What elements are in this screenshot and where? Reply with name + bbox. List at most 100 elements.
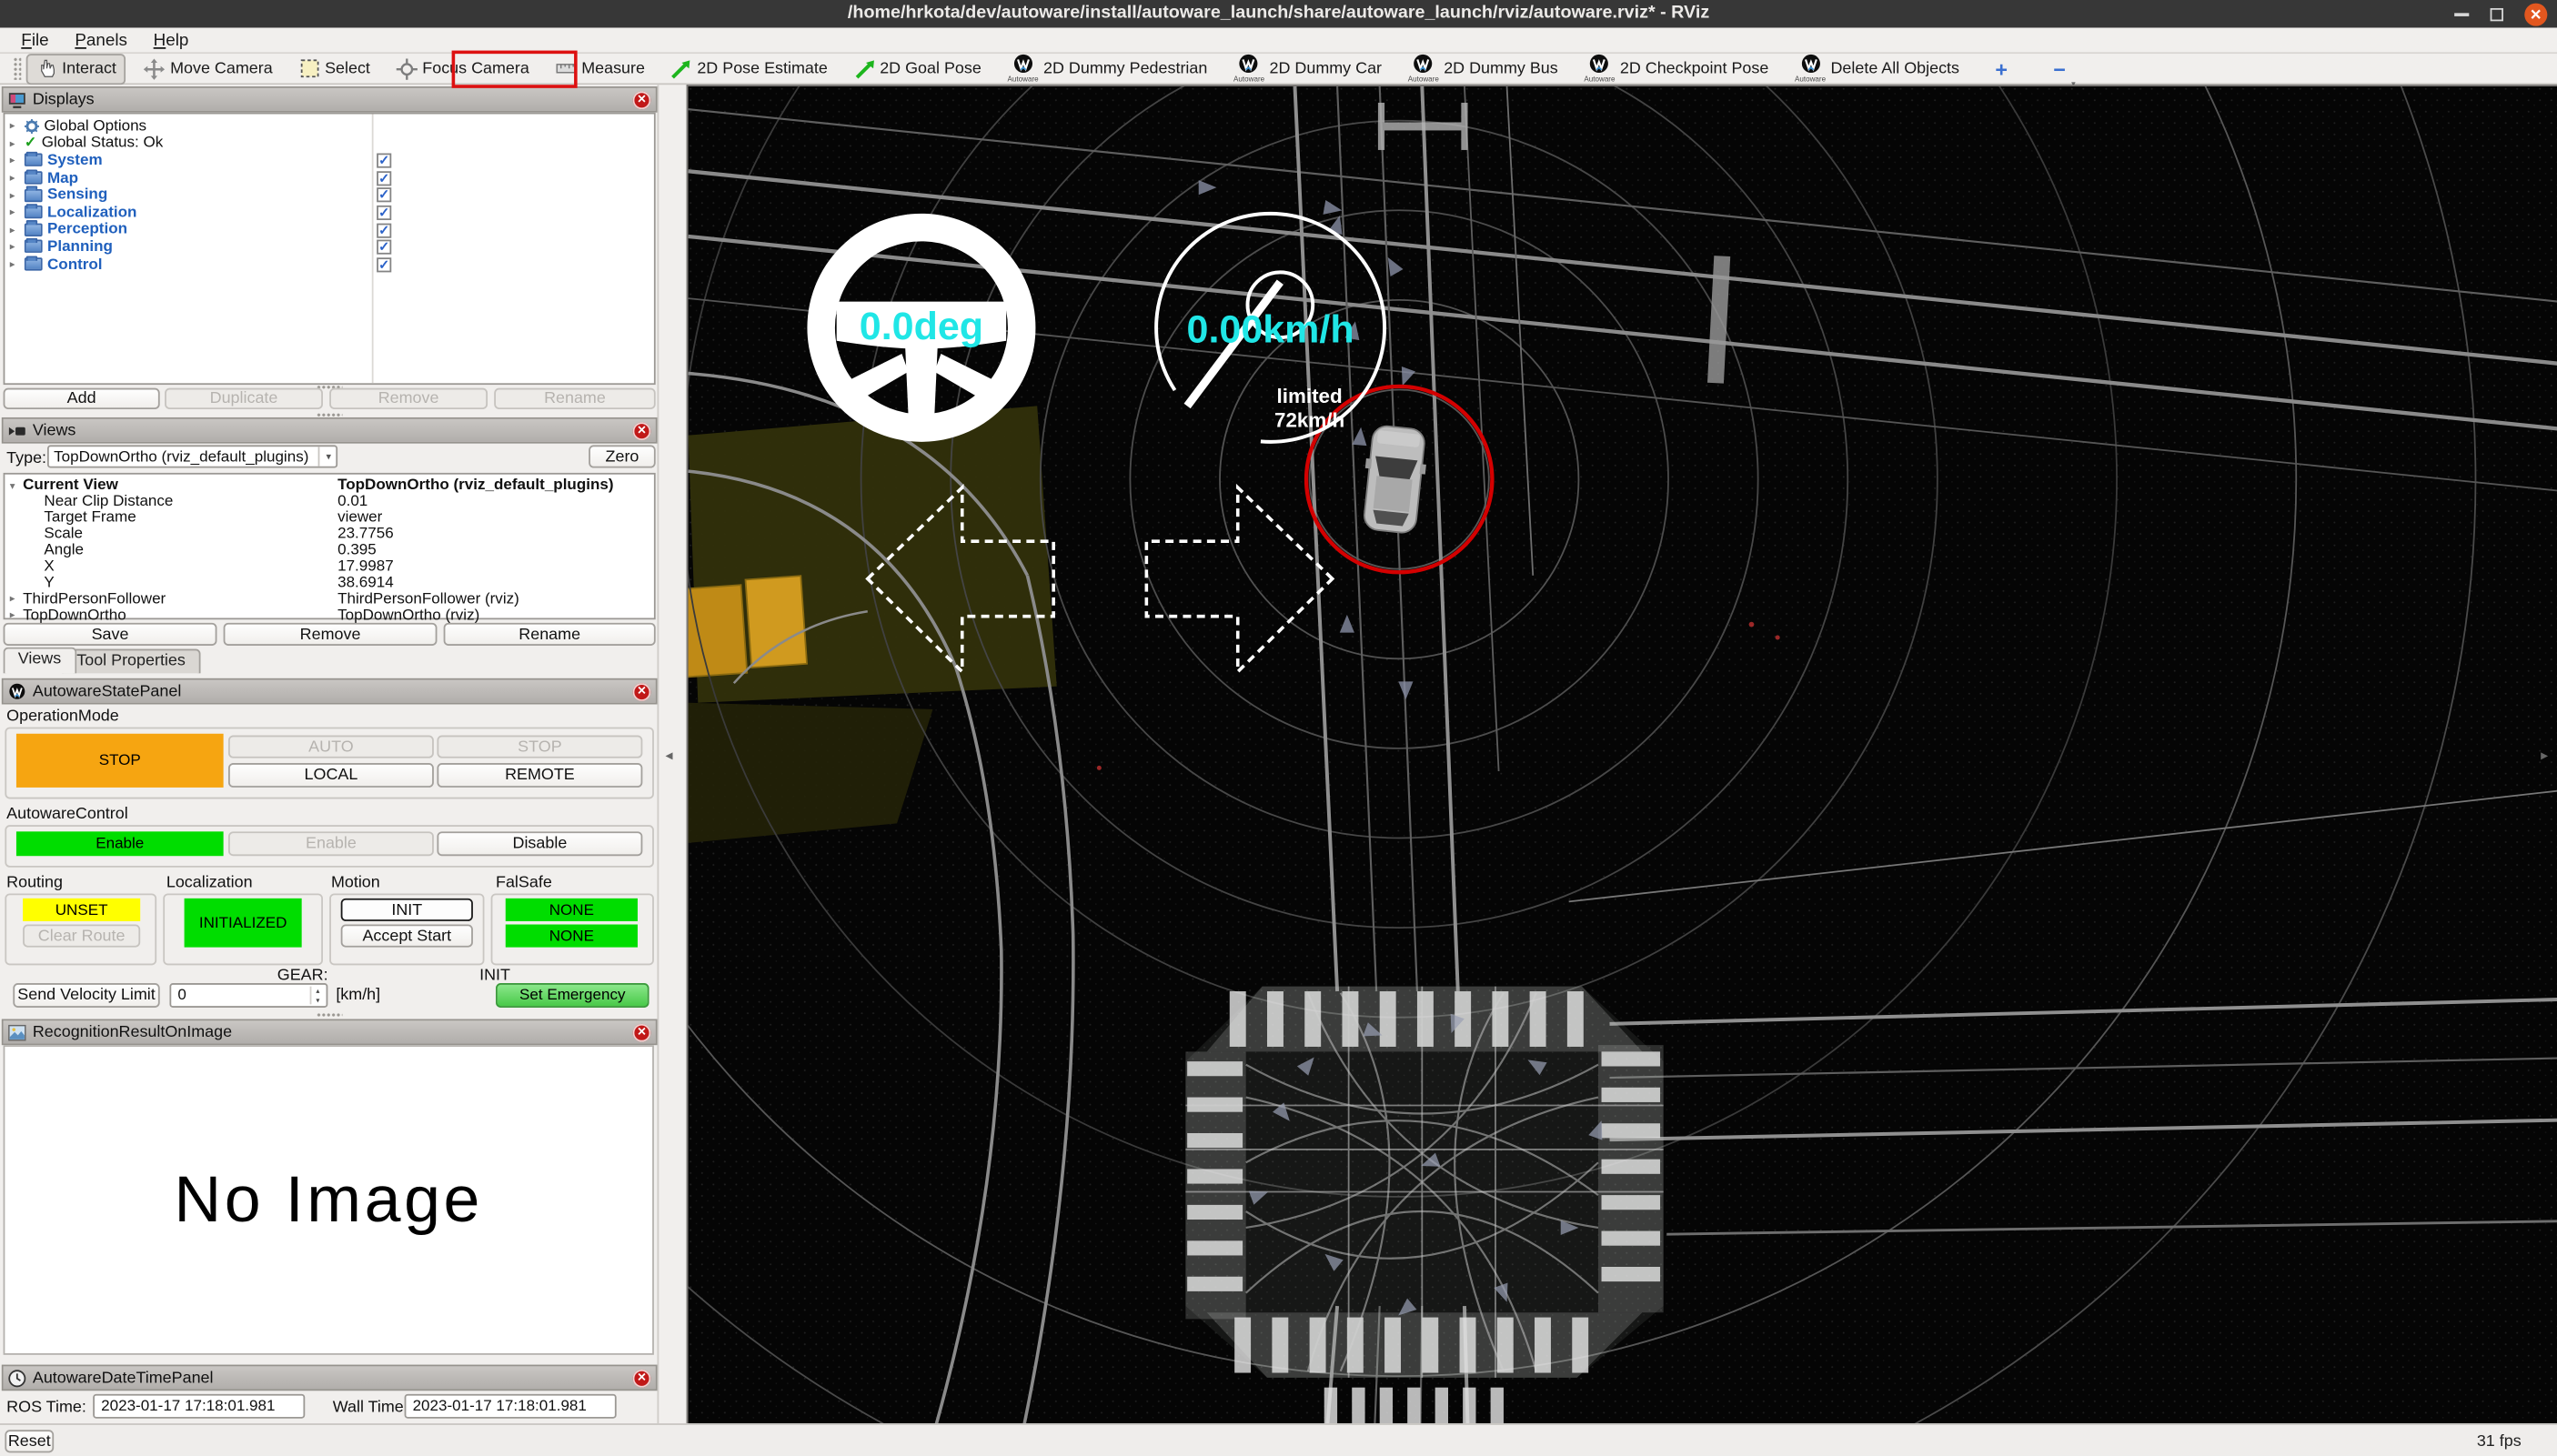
tab-views[interactable]: Views — [3, 647, 76, 674]
view-row-target-frame[interactable]: Target Frame viewer — [5, 509, 654, 527]
operation-mode-remote-button[interactable]: REMOTE — [437, 763, 643, 788]
tool-measure[interactable]: Measure — [548, 55, 653, 82]
close-button[interactable]: ✕ — [2518, 0, 2553, 27]
expand-icon[interactable]: ▸ — [10, 257, 20, 271]
expand-icon[interactable]: ▸ — [10, 223, 20, 236]
datetime-close-button[interactable]: ✕ — [632, 1369, 651, 1387]
expand-icon[interactable]: ▸ — [10, 206, 20, 219]
collapse-left-icon[interactable]: ◂ — [665, 747, 672, 765]
display-checkbox[interactable]: ✓ — [377, 256, 392, 272]
display-row-planning[interactable]: ▸ Planning ✓ — [5, 237, 654, 256]
menu-panels[interactable]: Panels — [64, 28, 139, 51]
recognition-panel-header[interactable]: RecognitionResultOnImage ✕ — [1, 1019, 658, 1046]
expand-icon[interactable]: ▸ — [10, 592, 20, 606]
minimize-button[interactable] — [2443, 0, 2479, 27]
expand-icon[interactable]: ▸ — [10, 240, 20, 254]
ros-time-field[interactable]: 2023-01-17 17:18:01.981 — [93, 1393, 306, 1419]
view-row-angle[interactable]: Angle 0.395 — [5, 541, 654, 559]
expand-icon[interactable]: ▸ — [10, 188, 20, 202]
toolbar-grip[interactable] — [13, 56, 22, 80]
datetime-panel-header[interactable]: AutowareDateTimePanel ✕ — [1, 1364, 658, 1391]
reset-button[interactable]: Reset — [5, 1430, 55, 1453]
tool-select[interactable]: Select — [290, 55, 378, 82]
display-row-control[interactable]: ▸ Control ✓ — [5, 256, 654, 273]
display-checkbox[interactable]: ✓ — [377, 222, 392, 237]
views-close-button[interactable]: ✕ — [632, 421, 651, 440]
display-row-system[interactable]: ▸ System ✓ — [5, 152, 654, 169]
spin-up-icon[interactable]: ▴ — [316, 987, 319, 996]
operation-mode-local-button[interactable]: LOCAL — [227, 763, 434, 788]
tool-2d-pose-estimate[interactable]: 2D Pose Estimate — [663, 55, 836, 82]
recognition-close-button[interactable]: ✕ — [632, 1022, 651, 1041]
state-panel-close-button[interactable]: ✕ — [632, 682, 651, 701]
tool-2d-dummy-pedestrian[interactable]: Autoware 2D Dummy Pedestrian — [1000, 51, 1216, 86]
operation-mode-label: OperationMode — [6, 708, 119, 726]
expand-icon[interactable]: ▸ — [10, 119, 20, 133]
display-checkbox[interactable]: ✓ — [377, 153, 392, 168]
displays-panel-header[interactable]: Displays ✕ — [1, 86, 658, 113]
displays-close-button[interactable]: ✕ — [632, 90, 651, 109]
view-row-near-clip[interactable]: Near Clip Distance 0.01 — [5, 493, 654, 511]
view-type-combobox[interactable]: TopDownOrtho (rviz_default_plugins) ▾ — [46, 445, 338, 468]
display-row-label: Map — [46, 168, 79, 187]
menu-file[interactable]: File — [10, 28, 60, 51]
expand-icon[interactable]: ▸ — [10, 171, 20, 185]
wall-time-field[interactable]: 2023-01-17 17:18:01.981 — [404, 1393, 617, 1419]
velocity-limit-spinbox[interactable]: 0 ▴ ▾ — [169, 983, 328, 1008]
control-enable-indicator[interactable]: Enable — [15, 831, 224, 857]
display-row-sensing[interactable]: ▸ Sensing ✓ — [5, 186, 654, 204]
rename-view-button[interactable]: Rename — [443, 622, 656, 646]
menu-help[interactable]: Help — [142, 28, 200, 51]
tool-2d-goal-pose[interactable]: 2D Goal Pose — [846, 55, 990, 82]
remove-tool-button[interactable]: − ▾ — [2045, 53, 2075, 89]
view-row-y[interactable]: Y 38.6914 — [5, 574, 654, 592]
views-panel-header[interactable]: Views ✕ — [1, 417, 658, 444]
display-row-perception[interactable]: ▸ Perception ✓ — [5, 220, 654, 238]
add-tool-button[interactable]: + — [1987, 53, 2016, 84]
display-checkbox[interactable]: ✓ — [377, 170, 392, 186]
tool-2d-dummy-bus[interactable]: Autoware 2D Dummy Bus — [1400, 51, 1566, 86]
display-row-localization[interactable]: ▸ Localization ✓ — [5, 203, 654, 221]
add-display-button[interactable]: Add — [3, 387, 160, 409]
motion-init-button[interactable]: INIT — [340, 898, 473, 921]
accept-start-button[interactable]: Accept Start — [340, 924, 473, 948]
view-row-current[interactable]: ▾ Current View TopDownOrtho (rviz_default… — [5, 477, 654, 495]
zero-button[interactable]: Zero — [589, 445, 656, 468]
views-tree[interactable]: ▾ Current View TopDownOrtho (rviz_default… — [3, 472, 656, 624]
splitter-grip[interactable] — [316, 1012, 343, 1018]
view-row-topdownortho[interactable]: ▸ TopDownOrtho TopDownOrtho (rviz) — [5, 606, 654, 624]
displays-tree[interactable]: ▸ Global Options ▸ ✓ Global Status: Ok ▸… — [3, 112, 656, 386]
tool-2d-dummy-car[interactable]: Autoware 2D Dummy Car — [1225, 51, 1390, 86]
save-view-button[interactable]: Save — [3, 622, 217, 646]
tab-tool-properties[interactable]: Tool Properties — [62, 648, 200, 674]
set-emergency-button[interactable]: Set Emergency — [496, 983, 649, 1008]
expand-icon[interactable]: ▸ — [10, 608, 20, 622]
operation-mode-stop-indicator[interactable]: STOP — [15, 733, 224, 788]
tool-interact[interactable]: Interact — [25, 53, 126, 85]
view-row-scale[interactable]: Scale 23.7756 — [5, 525, 654, 543]
collapse-right-icon[interactable]: ▸ — [2541, 747, 2548, 765]
collapse-icon[interactable]: ▾ — [10, 479, 20, 493]
expand-icon[interactable]: ▸ — [10, 154, 20, 167]
view-row-third-person[interactable]: ▸ ThirdPersonFollower ThirdPersonFollower… — [5, 589, 654, 608]
tool-focus-camera[interactable]: Focus Camera — [388, 55, 538, 82]
tool-move-camera[interactable]: Move Camera — [136, 55, 280, 82]
spin-down-icon[interactable]: ▾ — [316, 996, 319, 1005]
display-checkbox[interactable]: ✓ — [377, 239, 392, 255]
expand-icon[interactable]: ▸ — [10, 136, 20, 150]
control-disable-button[interactable]: Disable — [437, 831, 643, 857]
display-row-global-options[interactable]: ▸ Global Options — [5, 117, 654, 136]
send-velocity-limit-button[interactable]: Send Velocity Limit — [13, 983, 160, 1008]
tool-delete-all-objects[interactable]: Autoware Delete All Objects — [1787, 51, 1968, 86]
display-checkbox[interactable]: ✓ — [377, 187, 392, 203]
display-row-map[interactable]: ▸ Map ✓ — [5, 169, 654, 186]
tool-2d-checkpoint-pose[interactable]: Autoware 2D Checkpoint Pose — [1575, 51, 1777, 86]
spinbox-arrows[interactable]: ▴ ▾ — [309, 986, 319, 1005]
autoware-state-panel-header[interactable]: AutowareStatePanel ✕ — [1, 678, 658, 705]
maximize-button[interactable] — [2479, 0, 2514, 27]
view-row-x[interactable]: X 17.9987 — [5, 557, 654, 576]
display-row-global-status[interactable]: ▸ ✓ Global Status: Ok — [5, 135, 654, 153]
display-checkbox[interactable]: ✓ — [377, 205, 392, 220]
3d-viewport[interactable]: 0.0deg 0.00km/h limited 72km/h — [686, 85, 2557, 1424]
remove-view-button[interactable]: Remove — [223, 622, 438, 646]
